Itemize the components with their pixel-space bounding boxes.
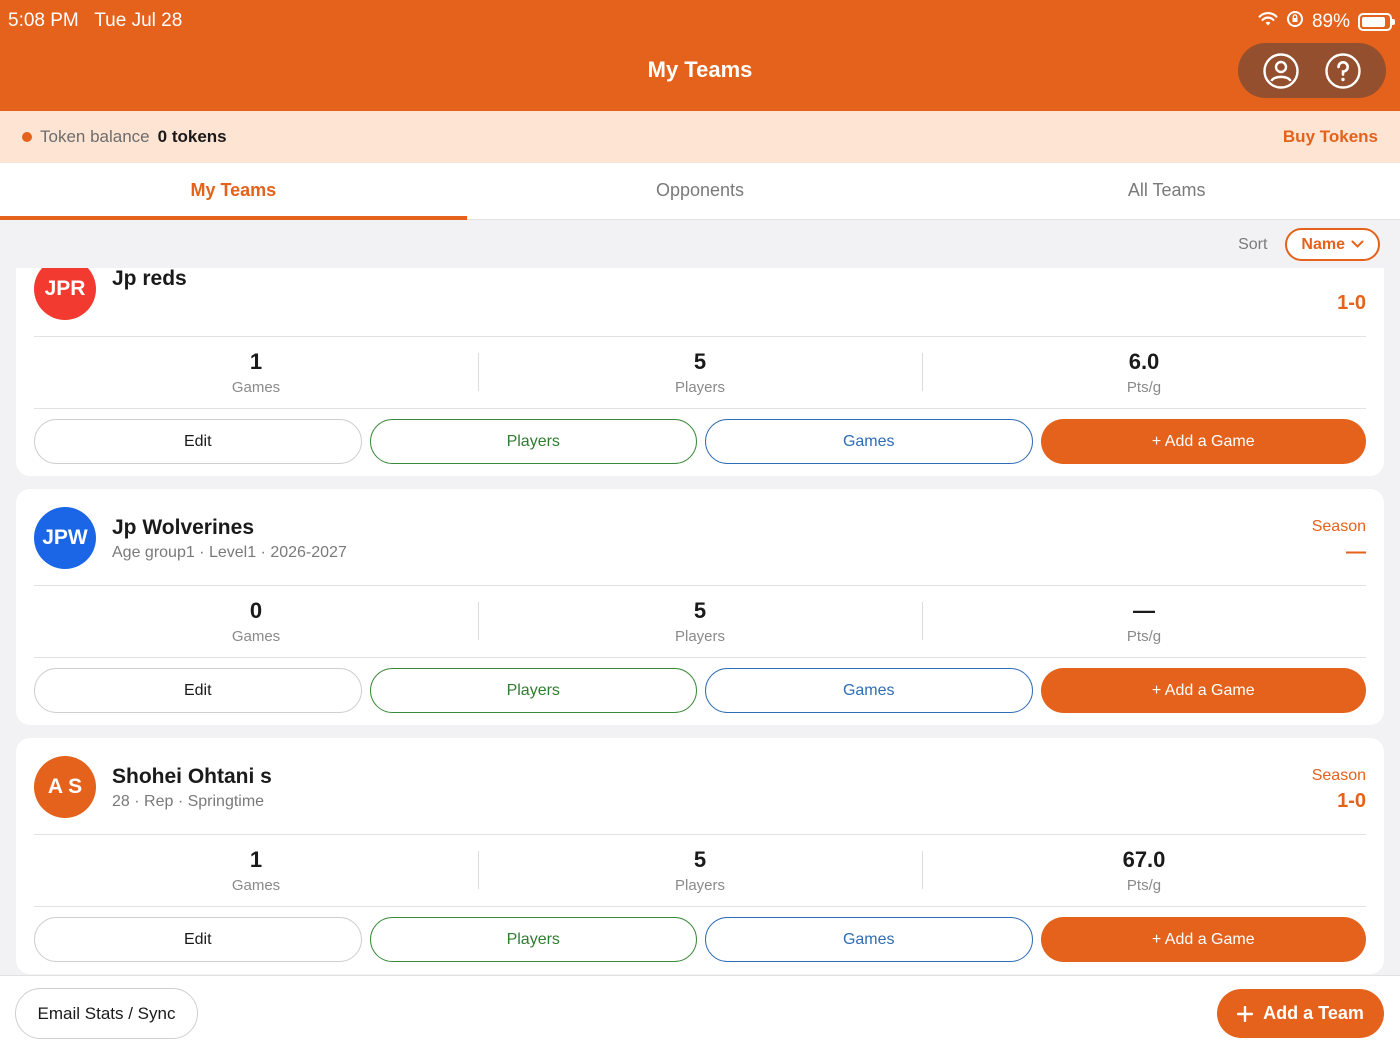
stat-label: Players — [674, 877, 726, 894]
sort-label: Sort — [1238, 235, 1268, 253]
battery-icon — [1358, 13, 1395, 31]
edit-team-button[interactable]: Edit — [34, 668, 362, 713]
stat-value: 1 — [249, 847, 263, 872]
sort-dropdown[interactable]: Name — [1285, 228, 1380, 261]
season-record: — — [1346, 541, 1366, 563]
stat-label: Players — [674, 628, 726, 645]
help-icon — [1325, 52, 1361, 89]
stat-points-per-game: 67.0 Pts/g — [922, 847, 1366, 894]
stat-value: 1 — [249, 349, 263, 374]
stat-label: Pts/g — [1126, 379, 1162, 396]
stat-value: 0 — [249, 598, 263, 623]
stat-value: — — [1133, 598, 1155, 623]
token-balance-label: Token balance — [40, 127, 150, 146]
help-button[interactable] — [1324, 52, 1362, 90]
team-actions: Edit Players Games + Add a Game — [34, 658, 1366, 713]
sort-row: Sort Name — [0, 221, 1400, 268]
add-game-button[interactable]: + Add a Game — [1040, 419, 1366, 464]
team-actions: Edit Players Games + Add a Game — [34, 907, 1366, 962]
tab-my-teams[interactable]: My Teams — [0, 163, 467, 220]
add-game-button[interactable]: + Add a Game — [1040, 668, 1366, 713]
tab-opponents[interactable]: Opponents — [467, 163, 934, 219]
team-actions: Edit Players Games + Add a Game — [34, 409, 1366, 464]
games-button[interactable]: Games — [705, 419, 1033, 464]
season-label: Season — [1311, 518, 1366, 535]
team-card: A S Shohei Ohtani s 28 · Rep · Springtim… — [16, 738, 1384, 974]
wifi-icon — [1258, 11, 1278, 33]
page-title: My Teams — [647, 57, 753, 82]
status-date: Tue Jul 28 — [94, 10, 183, 31]
token-balance-value: 0 tokens — [157, 127, 227, 146]
orientation-lock-icon — [1286, 10, 1304, 34]
games-button[interactable]: Games — [705, 917, 1033, 962]
team-meta: Age group1 · Level1 · 2026-2027 — [112, 544, 347, 561]
stat-points-per-game: — Pts/g — [922, 598, 1366, 645]
stat-games: 1 Games — [34, 847, 478, 894]
token-status-dot — [22, 132, 32, 142]
edit-team-button[interactable]: Edit — [34, 419, 362, 464]
battery-percent: 89% — [1311, 11, 1350, 32]
season-record: 1-0 — [1337, 292, 1366, 314]
players-button[interactable]: Players — [369, 668, 697, 713]
stat-value: 5 — [693, 598, 707, 623]
players-button[interactable]: Players — [369, 419, 697, 464]
sort-value: Name — [1301, 235, 1345, 253]
team-stats: 0 Games 5 Players — Pts/g — [34, 586, 1366, 657]
buy-tokens-button[interactable]: Buy Tokens — [1283, 127, 1378, 147]
status-time: 5:08 PM Tue Jul 28 — [8, 10, 182, 32]
profile-button[interactable] — [1262, 52, 1300, 90]
add-game-button[interactable]: + Add a Game — [1040, 917, 1366, 962]
team-name: Jp reds — [112, 268, 187, 290]
team-stats: 1 Games 5 Players 6.0 Pts/g — [34, 337, 1366, 408]
edit-team-button[interactable]: Edit — [34, 917, 362, 962]
status-clock: 5:08 PM — [8, 10, 79, 31]
team-meta: 28 · Rep · Springtime — [112, 793, 265, 810]
stat-label: Players — [674, 379, 726, 396]
stat-points-per-game: 6.0 Pts/g — [922, 349, 1366, 396]
stat-players: 5 Players — [478, 349, 922, 396]
stat-players: 5 Players — [478, 847, 922, 894]
stat-players: 5 Players — [478, 598, 922, 645]
games-button[interactable]: Games — [705, 668, 1033, 713]
add-team-button[interactable]: Add a Team — [1217, 989, 1384, 1038]
team-card: JPW Jp Wolverines Age group1 · Level1 · … — [16, 489, 1384, 725]
add-team-label: Add a Team — [1263, 1003, 1364, 1023]
season-label: Season — [1311, 767, 1366, 784]
team-avatar: A S — [34, 756, 96, 818]
team-card: JPR Jp reds 1-0 1 Games 5 Players 6.0 Pts/g… — [16, 268, 1384, 476]
profile-icon — [1263, 52, 1299, 89]
team-name: Shohei Ohtani s — [112, 765, 272, 788]
stat-value: 6.0 — [1128, 349, 1160, 374]
header-actions — [1238, 43, 1386, 98]
season-record: 1-0 — [1337, 790, 1366, 812]
app-header: 5:08 PM Tue Jul 28 89% My Teams — [0, 0, 1400, 111]
stat-label: Pts/g — [1126, 877, 1162, 894]
stat-label: Games — [231, 628, 281, 645]
stat-value: 5 — [693, 349, 707, 374]
status-indicators: 89% — [1258, 10, 1395, 34]
stat-value: 67.0 — [1122, 847, 1166, 872]
plus-icon — [1237, 1005, 1254, 1022]
team-name: Jp Wolverines — [112, 516, 254, 539]
stat-label: Pts/g — [1126, 628, 1162, 645]
team-avatar: JPW — [34, 507, 96, 569]
stat-games: 1 Games — [34, 349, 478, 396]
stat-label: Games — [231, 877, 281, 894]
players-button[interactable]: Players — [369, 917, 697, 962]
chevron-down-icon — [1351, 240, 1364, 248]
token-balance-bar: Token balance 0 tokens Buy Tokens — [0, 111, 1400, 163]
team-avatar: JPR — [34, 268, 96, 320]
team-list[interactable]: JPR Jp reds 1-0 1 Games 5 Players 6.0 Pts/g… — [0, 268, 1400, 975]
team-stats: 1 Games 5 Players 67.0 Pts/g — [34, 835, 1366, 906]
email-stats-sync-button[interactable]: Email Stats / Sync — [15, 988, 198, 1039]
tab-bar: My Teams Opponents All Teams — [0, 163, 1400, 220]
footer-bar: Email Stats / Sync Add a Team — [0, 975, 1400, 1050]
tab-all-teams[interactable]: All Teams — [933, 163, 1400, 219]
stat-value: 5 — [693, 847, 707, 872]
stat-games: 0 Games — [34, 598, 478, 645]
stat-label: Games — [231, 379, 281, 396]
